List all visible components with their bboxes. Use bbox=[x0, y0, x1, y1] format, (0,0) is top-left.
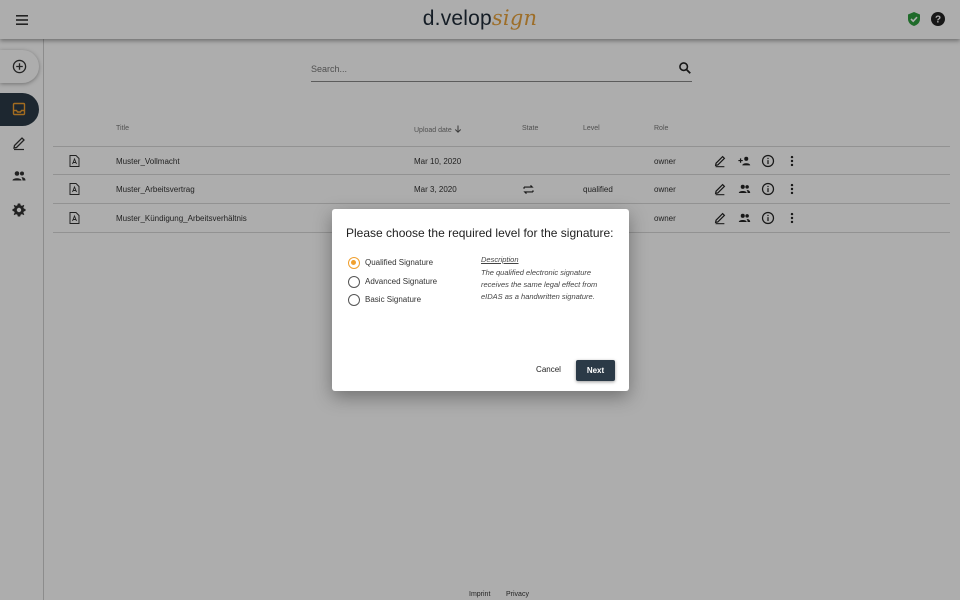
cancel-button[interactable]: Cancel bbox=[530, 361, 567, 379]
description-text: The qualified electronic signature recei… bbox=[481, 268, 598, 301]
radio-label: Advanced Signature bbox=[365, 277, 438, 286]
next-button[interactable]: Next bbox=[576, 360, 615, 381]
dialog-title: Please choose the required level for the… bbox=[346, 226, 614, 240]
description-heading: Description bbox=[481, 255, 519, 264]
signature-level-dialog: Please choose the required level for the… bbox=[332, 209, 629, 391]
radio-label: Qualified Signature bbox=[365, 258, 434, 267]
radio-button[interactable] bbox=[348, 257, 360, 269]
radio-button[interactable] bbox=[348, 294, 360, 306]
radio-button[interactable] bbox=[348, 276, 360, 288]
radio-label: Basic Signature bbox=[365, 295, 422, 304]
